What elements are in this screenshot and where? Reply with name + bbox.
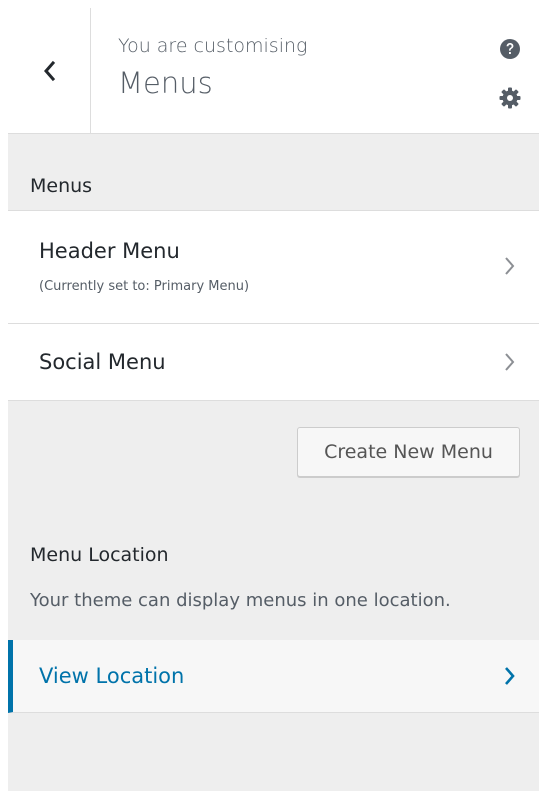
view-location-label: View Location [39, 664, 185, 688]
menu-item-title: Social Menu [39, 350, 166, 374]
chevron-left-icon [44, 60, 56, 81]
header-subtitle: You are customising [118, 35, 308, 57]
chevron-right-icon [505, 257, 515, 275]
panel-header: You are customising Menus [8, 8, 539, 134]
back-button[interactable] [8, 8, 91, 133]
gear-icon[interactable] [498, 86, 522, 110]
page-title: Menus [118, 66, 213, 100]
customizer-panel: You are customising Menus Menus Header M… [8, 8, 539, 791]
chevron-right-icon [505, 353, 515, 371]
help-icon[interactable] [499, 38, 521, 60]
menu-item-social-menu[interactable]: Social Menu [8, 323, 539, 401]
section-title: Menus [30, 175, 93, 197]
header-text: You are customising Menus [118, 34, 307, 100]
chevron-right-icon [505, 667, 515, 685]
menu-location-title: Menu Location [30, 544, 169, 566]
view-location-item[interactable]: View Location [8, 640, 539, 713]
menu-location-description: Your theme can display menus in one loca… [30, 590, 451, 611]
menu-item-description: (Currently set to: Primary Menu) [39, 279, 250, 294]
menu-item-header-menu[interactable]: Header Menu (Currently set to: Primary M… [8, 210, 539, 324]
create-new-menu-button[interactable]: Create New Menu [297, 427, 520, 477]
menu-item-title: Header Menu [39, 239, 180, 263]
